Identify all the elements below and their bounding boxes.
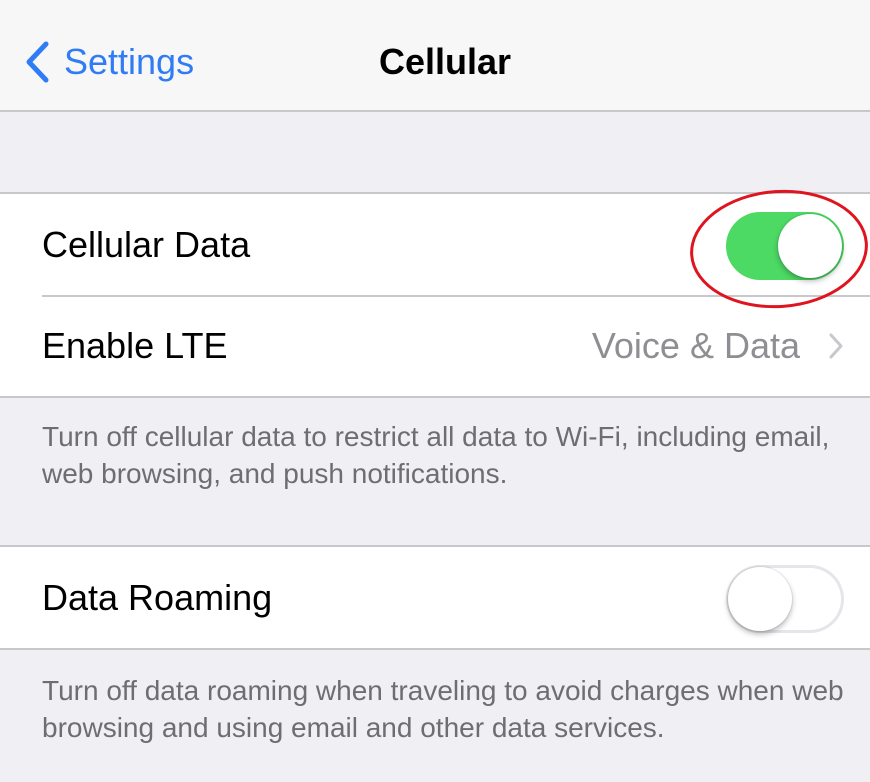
page-title: Cellular	[378, 41, 512, 82]
cellular-data-footnote: Turn off cellular data to restrict all d…	[42, 421, 830, 489]
data-roaming-toggle[interactable]	[726, 565, 844, 633]
toggle-knob	[728, 567, 792, 631]
data-roaming-label: Data Roaming	[42, 577, 273, 618]
roaming-settings-group: Data Roaming	[0, 545, 870, 650]
enable-lte-label: Enable LTE	[42, 325, 228, 366]
cellular-data-label: Cellular Data	[42, 224, 251, 265]
data-roaming-footnote: Turn off data roaming when traveling to …	[42, 675, 844, 743]
enable-lte-row[interactable]: Enable LTE Voice & Data	[0, 295, 870, 396]
navigation-bar: Settings Cellular	[0, 0, 870, 112]
data-roaming-row: Data Roaming	[0, 547, 870, 648]
enable-lte-value: Voice & Data	[591, 325, 800, 366]
chevron-right-icon	[828, 333, 844, 359]
